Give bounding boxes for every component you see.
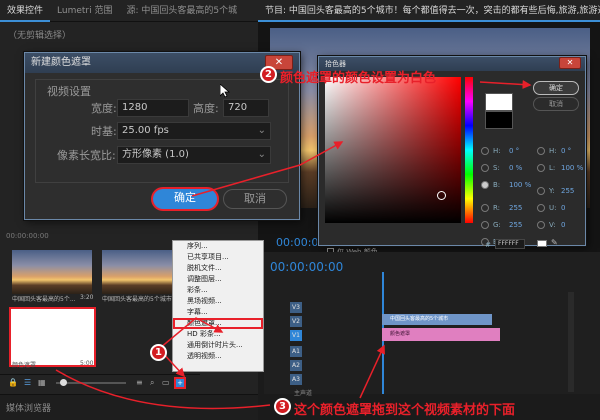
step-3-caption: 这个颜色遮罩拖到这个视频素材的下面: [294, 403, 516, 418]
arrow-to-color-matte-menu: [159, 317, 224, 349]
step-2-caption: 颜色遮罩的颜色设置为白色: [280, 71, 437, 86]
arrow-drag-path: [55, 369, 271, 410]
arrow-to-picker-ok: [479, 80, 532, 90]
annotation-arrows: [55, 80, 532, 410]
arrow-to-timeline: [359, 344, 385, 399]
step-2-badge: 2: [260, 66, 277, 83]
step-3-badge: 3: [274, 398, 291, 415]
arrow-ok-to-picker: [191, 141, 344, 197]
step-1-badge: 1: [150, 344, 167, 361]
